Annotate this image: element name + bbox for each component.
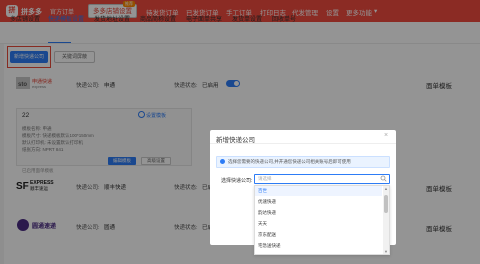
search-icon: [380, 175, 387, 182]
dropdown-option[interactable]: 宅急送快递: [258, 243, 281, 249]
info-icon: [220, 159, 225, 164]
dropdown-option[interactable]: 韵达快递: [258, 210, 276, 216]
carrier-select-input[interactable]: [254, 174, 390, 184]
dropdown-hover-highlight: [255, 186, 382, 196]
dropdown-option[interactable]: 百世: [258, 188, 267, 194]
scroll-up-icon[interactable]: ▲: [384, 186, 388, 191]
carrier-select-placeholder: 请选择: [258, 176, 272, 181]
close-icon[interactable]: ×: [384, 132, 388, 139]
scroll-down-icon[interactable]: ▼: [384, 249, 388, 254]
carrier-select-label: 选择快递公司:: [221, 178, 253, 184]
info-banner-text: 选择您需要的快递公司,并开通您快递公司相关账号后即可使用: [228, 159, 351, 164]
modal-title: 新增快递公司: [216, 137, 255, 144]
dropdown-scrollbar-thumb[interactable]: [384, 195, 388, 213]
dropdown-option[interactable]: 优速快递: [258, 199, 276, 205]
dropdown-option[interactable]: 京东配送: [258, 232, 276, 238]
dropdown-option[interactable]: 天天: [258, 221, 267, 227]
